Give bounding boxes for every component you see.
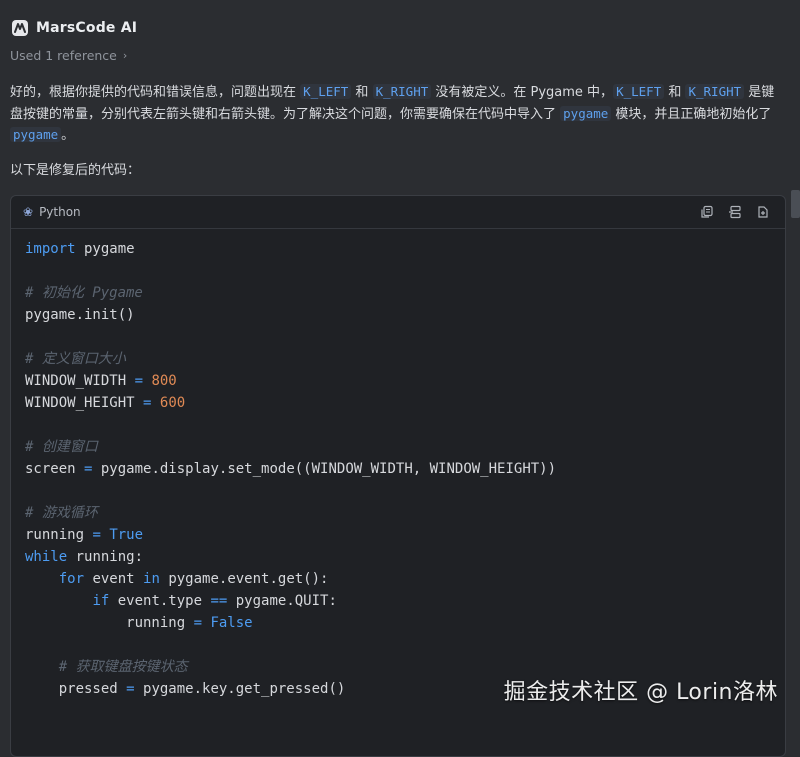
inline-code-k-right: K_RIGHT [685, 84, 745, 99]
text-segment: 。 [61, 128, 75, 143]
text-segment: 和 [664, 85, 686, 100]
code-token: running [25, 615, 194, 631]
code-actions [699, 204, 771, 220]
code-line: # 游戏循环 [25, 502, 771, 524]
code-token: event.type [109, 593, 211, 609]
inline-code-k-right: K_RIGHT [372, 84, 432, 99]
code-line: pygame.init() [25, 304, 771, 326]
code-line: # 初始化 Pygame [25, 282, 771, 304]
code-token: WINDOW_WIDTH [25, 373, 135, 389]
code-token: # 创建窗口 [25, 439, 98, 455]
text-segment: 没有被定义。在 Pygame 中， [431, 85, 614, 100]
code-token: while [25, 549, 68, 565]
code-token: running: [67, 549, 144, 565]
chevron-right-icon: › [122, 49, 128, 62]
code-content: import pygame # 初始化 Pygame pygame.init() # … [11, 229, 785, 700]
code-line: WINDOW_WIDTH = 800 [25, 370, 771, 392]
code-line: import pygame [25, 238, 771, 260]
code-line: screen = pygame.display.set_mode((WINDOW… [25, 458, 771, 480]
insert-icon [729, 205, 741, 219]
app-title: MarsCode AI [36, 20, 138, 36]
code-token: = [134, 373, 144, 389]
python-icon: ❀ [23, 205, 34, 219]
used-reference-link[interactable]: Used 1 reference › [10, 48, 127, 63]
code-token: screen [25, 461, 85, 477]
copy-code-button[interactable] [699, 204, 715, 220]
code-token: = [92, 527, 101, 543]
code-token: 600 [159, 395, 186, 411]
code-token: event [84, 571, 144, 587]
code-token: if [92, 593, 110, 609]
code-token: pygame.display.set_mode((WINDOW_WIDTH, W… [92, 461, 557, 477]
language-label: ❀ Python [23, 205, 81, 219]
apply-code-button[interactable] [755, 204, 771, 220]
code-token: False [210, 615, 253, 631]
code-token: pygame [75, 241, 135, 257]
code-block-header: ❀ Python [11, 196, 785, 229]
code-token: pygame.init() [25, 307, 135, 323]
code-line: # 创建窗口 [25, 436, 771, 458]
code-token: WINDOW_HEIGHT [25, 395, 144, 411]
inline-code-k-left: K_LEFT [300, 84, 352, 99]
response-paragraph: 好的，根据你提供的代码和错误信息，问题出现在 K_LEFT 和 K_RIGHT … [10, 82, 785, 147]
code-token: for [58, 571, 85, 587]
code-token: == [210, 593, 228, 609]
code-token: # 游戏循环 [25, 505, 98, 521]
text-segment: 好的，根据你提供的代码和错误信息，问题出现在 [10, 85, 301, 100]
marscode-logo-icon [12, 20, 28, 36]
code-block: ❀ Python import pygame # 初始化 Pygame pyga… [10, 195, 786, 757]
code-line: # 定义窗口大小 [25, 348, 771, 370]
watermark-text: 掘金技术社区 @ Lorin洛林 [503, 680, 778, 705]
code-intro-text: 以下是修复后的代码： [10, 163, 141, 178]
code-token: pygame.event.get(): [159, 571, 329, 587]
code-token: = [193, 615, 203, 631]
code-token: in [143, 571, 160, 587]
code-line: running = True [25, 524, 771, 546]
text-segment: 和 [351, 85, 373, 100]
insert-code-button[interactable] [727, 204, 743, 220]
text-segment: 模块，并且正确地初始化了 [611, 106, 772, 122]
code-token: pygame.key.get_pressed() [134, 681, 346, 697]
code-token: pressed [25, 681, 127, 697]
code-token: # 初始化 Pygame [25, 285, 143, 301]
code-token: pygame.QUIT: [227, 593, 337, 609]
code-token: = [126, 681, 135, 697]
code-token: running [25, 527, 93, 543]
inline-code-pygame: pygame [10, 127, 62, 142]
apply-icon [758, 206, 768, 218]
code-token: # 定义窗口大小 [25, 351, 126, 367]
code-token: import [25, 241, 76, 257]
inline-code-k-left: K_LEFT [613, 84, 665, 99]
code-line: running = False [25, 612, 771, 634]
chat-header: MarsCode AI [12, 17, 137, 39]
copy-icon [701, 205, 713, 218]
inline-code-pygame: pygame [560, 105, 612, 121]
code-token: 800 [151, 373, 177, 389]
language-name: Python [39, 205, 81, 219]
code-token: True [109, 527, 144, 543]
code-line: WINDOW_HEIGHT = 600 [25, 392, 771, 414]
code-line: while running: [25, 546, 771, 568]
reference-label: Used 1 reference [10, 48, 117, 63]
code-token: # 获取键盘按键状态 [58, 659, 188, 675]
scrollbar-thumb[interactable] [791, 190, 800, 218]
code-line: if event.type == pygame.QUIT: [25, 590, 771, 612]
code-line: for event in pygame.event.get(): [25, 568, 771, 590]
